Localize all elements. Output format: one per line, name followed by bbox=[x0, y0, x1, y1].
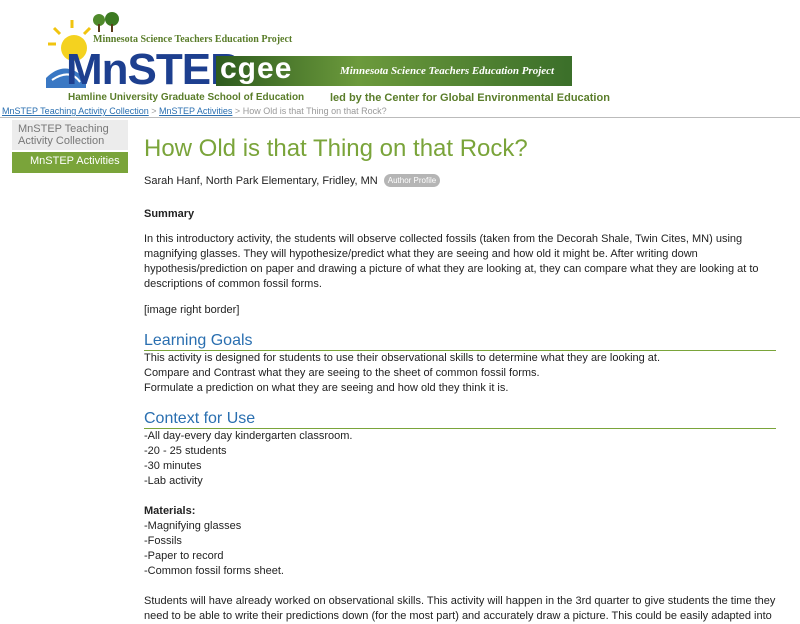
context-list: -All day-every day kindergarten classroo… bbox=[144, 429, 784, 489]
materials-heading: Materials: bbox=[144, 505, 196, 517]
list-item: -Common fossil forms sheet. bbox=[144, 565, 284, 577]
learning-goals-list: This activity is designed for students t… bbox=[144, 351, 784, 396]
list-item: -Lab activity bbox=[144, 475, 203, 487]
divider bbox=[0, 117, 800, 118]
author-name: Sarah Hanf, North Park Elementary, Fridl… bbox=[144, 174, 378, 187]
list-item: Formulate a prediction on what they are … bbox=[144, 382, 509, 394]
cgee-subtitle: led by the Center for Global Environment… bbox=[330, 92, 610, 104]
breadcrumb-separator: > bbox=[151, 106, 157, 116]
cgee-logo[interactable]: cgee bbox=[220, 52, 292, 86]
breadcrumb-current: How Old is that Thing on that Rock? bbox=[242, 106, 387, 116]
list-item: -Paper to record bbox=[144, 550, 224, 562]
list-item: -30 minutes bbox=[144, 460, 202, 472]
list-item: This activity is designed for students t… bbox=[144, 352, 661, 364]
image-placeholder: [image right border] bbox=[144, 304, 240, 316]
page-title: How Old is that Thing on that Rock? bbox=[144, 135, 528, 162]
nav-underline bbox=[12, 170, 128, 173]
left-nav: MnSTEP Teaching Activity Collection MnST… bbox=[12, 120, 128, 173]
nav-item-collection[interactable]: MnSTEP Teaching Activity Collection bbox=[12, 120, 128, 150]
list-item: Compare and Contrast what they are seein… bbox=[144, 367, 540, 379]
list-item: -Fossils bbox=[144, 535, 182, 547]
banner-subtitle: Hamline University Graduate School of Ed… bbox=[68, 92, 305, 103]
closing-text: Students will have already worked on obs… bbox=[144, 595, 776, 622]
author-profile-button[interactable]: Author Profile bbox=[383, 174, 441, 187]
materials-list: Materials: -Magnifying glasses -Fossils … bbox=[144, 504, 784, 579]
breadcrumb: MnSTEP Teaching Activity Collection > Mn… bbox=[2, 106, 387, 116]
list-item: -All day-every day kindergarten classroo… bbox=[144, 430, 353, 442]
learning-goals-heading: Learning Goals bbox=[144, 332, 776, 351]
list-item: -20 - 25 students bbox=[144, 445, 227, 457]
author-line: Sarah Hanf, North Park Elementary, Fridl… bbox=[144, 174, 784, 187]
breadcrumb-link-activities[interactable]: MnSTEP Activities bbox=[159, 106, 232, 116]
nav-item-activities[interactable]: MnSTEP Activities bbox=[12, 152, 128, 170]
mnstep-logo[interactable]: MnSTEP bbox=[66, 46, 239, 94]
summary-text: In this introductory activity, the stude… bbox=[144, 233, 759, 290]
cgee-tagline: Minnesota Science Teachers Education Pro… bbox=[340, 65, 555, 77]
list-item: -Magnifying glasses bbox=[144, 520, 242, 532]
breadcrumb-separator: > bbox=[234, 106, 241, 116]
site-banner[interactable]: Minnesota Science Teachers Education Pro… bbox=[0, 0, 800, 108]
main-content: How Old is that Thing on that Rock? Sara… bbox=[144, 134, 784, 624]
trees-logo-icon bbox=[93, 12, 119, 32]
context-heading: Context for Use bbox=[144, 410, 776, 429]
breadcrumb-link-collection[interactable]: MnSTEP Teaching Activity Collection bbox=[2, 106, 149, 116]
summary-heading: Summary bbox=[144, 208, 195, 220]
banner-top-tag: Minnesota Science Teachers Education Pro… bbox=[93, 34, 293, 45]
